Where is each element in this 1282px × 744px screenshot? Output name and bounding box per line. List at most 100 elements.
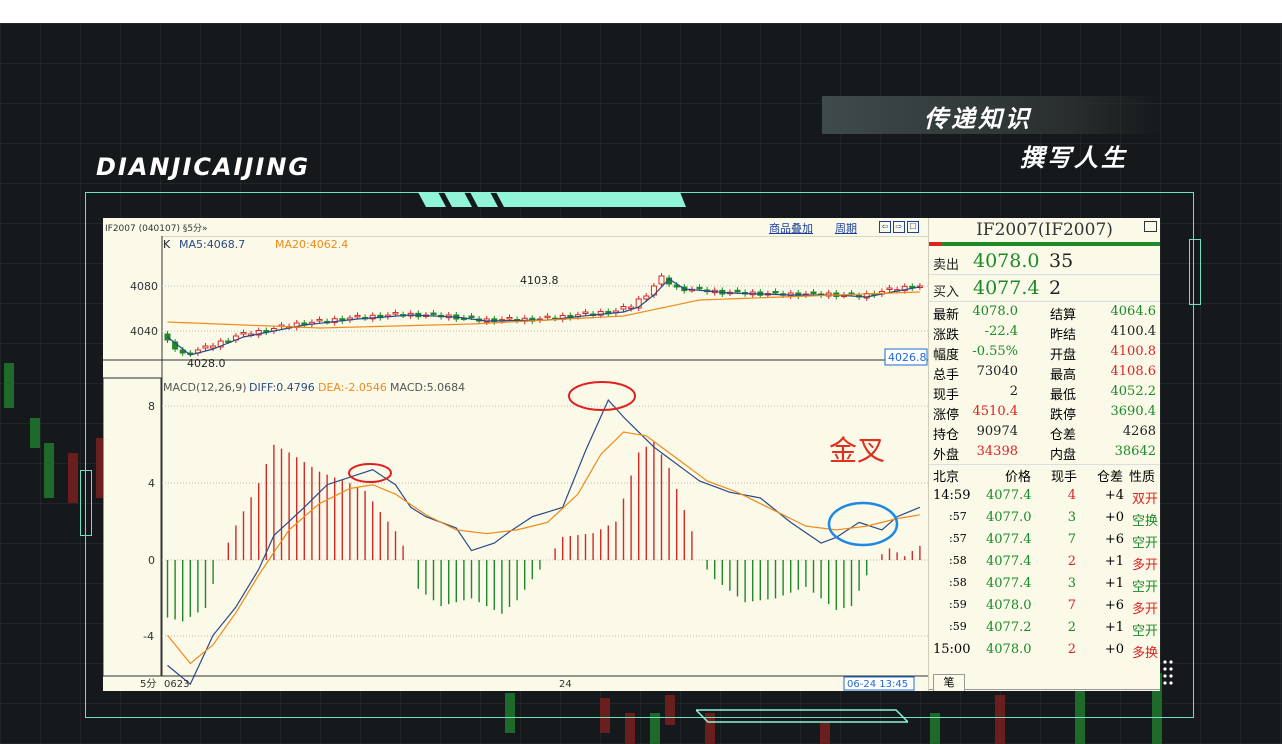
tab-trades[interactable]: 笔 bbox=[933, 674, 965, 691]
ma20-label: MA20:4062.4 bbox=[275, 238, 348, 251]
slogan-line-1: 传递知识 bbox=[924, 105, 1032, 133]
quote-panel: IF2007(IF2007) 卖出 4078.0 35 买入 4077.4 2 … bbox=[928, 218, 1160, 691]
trade-row: :59 4077.2 2 +1 空开 bbox=[929, 617, 1160, 639]
macd-ytick: 8 bbox=[148, 400, 155, 413]
candle-body bbox=[658, 275, 665, 285]
period-label: 5分 bbox=[140, 678, 156, 690]
stat-row: 现手 2 最低 4052.2 bbox=[929, 383, 1160, 403]
bid-label: 买入 bbox=[933, 285, 960, 300]
candle-body bbox=[544, 315, 551, 319]
trade-row: :57 4077.0 3 +0 空换 bbox=[929, 507, 1160, 529]
trade-price: 4077.4 bbox=[986, 488, 1032, 503]
nav-right-icon[interactable]: ⇨ bbox=[893, 221, 905, 233]
stat-value: -0.55% bbox=[972, 344, 1018, 359]
nav-window-icon[interactable]: ☐ bbox=[907, 221, 919, 233]
trade-nature: 多开 bbox=[1132, 558, 1159, 573]
bg-candle bbox=[30, 418, 40, 448]
overlay-link[interactable]: 商品叠加 bbox=[769, 220, 813, 236]
trade-row: 15:00 4078.0 2 +0 多换 bbox=[929, 639, 1160, 661]
ma5-line bbox=[167, 278, 921, 356]
candle-body bbox=[392, 312, 399, 315]
candle-body bbox=[316, 318, 323, 322]
dea-line bbox=[167, 431, 920, 665]
k-label: K bbox=[163, 238, 171, 251]
stat-value: 2 bbox=[1009, 384, 1018, 399]
ma20-line bbox=[167, 291, 920, 329]
low-price-label: 4028.0 bbox=[187, 357, 226, 370]
trade-nature: 多开 bbox=[1132, 602, 1159, 617]
golden-cross-annotation: 金叉 bbox=[829, 434, 885, 467]
candle-body bbox=[886, 287, 893, 290]
trade-position-diff: +6 bbox=[1104, 532, 1124, 547]
price-chart[interactable]: K MA5:4068.7 MA20:4062.4 4080 4040 4103.… bbox=[103, 236, 928, 691]
period-link[interactable]: 周期 bbox=[835, 220, 857, 236]
trade-position-diff: +1 bbox=[1104, 620, 1124, 635]
stat-value: 4108.6 bbox=[1110, 364, 1157, 379]
trade-volume: 3 bbox=[1067, 576, 1076, 591]
trade-price: 4077.4 bbox=[986, 554, 1032, 569]
cursor-time: 06-24 13:45 bbox=[847, 679, 908, 690]
macd-label: MACD(12,26,9) bbox=[163, 381, 247, 394]
candle-body bbox=[620, 306, 627, 310]
trade-position-diff: +4 bbox=[1104, 488, 1124, 503]
candle-body bbox=[202, 345, 209, 349]
candle-body bbox=[628, 306, 635, 309]
trade-volume: 3 bbox=[1067, 510, 1076, 525]
trading-terminal: IF2007 (040107) §5分» 商品叠加 周期 ⇦ ⇨ ☐ K MA5… bbox=[103, 218, 1160, 691]
top-signal-circle bbox=[348, 463, 392, 483]
bid-price: 4077.4 bbox=[973, 277, 1040, 299]
stat-value: 3690.4 bbox=[1110, 404, 1157, 419]
trades-head-price: 价格 bbox=[1005, 470, 1032, 485]
trade-position-diff: +0 bbox=[1104, 510, 1124, 525]
brand-logo-text: DIANJICAIJING bbox=[96, 153, 311, 181]
candle-body bbox=[506, 317, 513, 320]
bid-volume: 2 bbox=[1049, 277, 1062, 299]
chart-toolbar: IF2007 (040107) §5分» 商品叠加 周期 ⇦ ⇨ ☐ bbox=[103, 218, 928, 237]
trade-price: 4077.4 bbox=[986, 576, 1032, 591]
trade-nature: 多换 bbox=[1132, 646, 1159, 661]
chart-panel: IF2007 (040107) §5分» 商品叠加 周期 ⇦ ⇨ ☐ K MA5… bbox=[103, 218, 928, 691]
stat-label: 结算 bbox=[1050, 308, 1077, 323]
window-icon[interactable] bbox=[1144, 221, 1157, 232]
stat-row: 最新 4078.0 结算 4064.6 bbox=[929, 303, 1160, 323]
quote-stats: 最新 4078.0 结算 4064.6 涨跌 -22.4 昨结 4100.4 幅度 -0.55% 开… bbox=[929, 303, 1160, 463]
stat-label: 总手 bbox=[933, 368, 960, 383]
trade-time: :59 bbox=[949, 598, 967, 611]
trade-volume: 4 bbox=[1067, 488, 1076, 503]
xaxis-start: 0623 bbox=[164, 679, 189, 690]
candle-body bbox=[468, 315, 475, 318]
trade-nature: 空开 bbox=[1132, 580, 1159, 595]
trade-price: 4077.4 bbox=[986, 532, 1032, 547]
stat-row: 幅度 -0.55% 开盘 4100.8 bbox=[929, 343, 1160, 363]
frame-side-tab-right bbox=[1189, 239, 1201, 305]
stat-value: 38642 bbox=[1114, 444, 1156, 459]
macd-ytick: -4 bbox=[143, 630, 154, 643]
trade-row: :59 4078.0 7 +6 多开 bbox=[929, 595, 1160, 617]
nav-left-icon[interactable]: ⇦ bbox=[879, 221, 891, 233]
trade-time: :58 bbox=[949, 576, 967, 589]
trade-price: 4078.0 bbox=[986, 598, 1032, 613]
trade-time: :57 bbox=[949, 532, 967, 545]
stat-label: 最高 bbox=[1050, 368, 1077, 383]
trades-head-vol: 现手 bbox=[1051, 470, 1078, 485]
bg-candle bbox=[44, 443, 54, 498]
diff-label: DIFF:0.4796 bbox=[249, 381, 315, 394]
candle-body bbox=[734, 289, 741, 293]
stat-label: 持仓 bbox=[933, 428, 960, 443]
macd-value-label: MACD:5.0684 bbox=[390, 381, 465, 394]
trade-row: :57 4077.4 7 +6 空开 bbox=[929, 529, 1160, 551]
macd-histogram bbox=[166, 440, 921, 622]
kline-ytick: 4040 bbox=[130, 325, 158, 338]
trade-volume: 7 bbox=[1067, 598, 1076, 613]
stat-value: -22.4 bbox=[984, 324, 1018, 339]
trade-nature: 双开 bbox=[1132, 492, 1159, 507]
trades-header: 北京 价格 现手 仓差 性质 bbox=[929, 464, 1160, 485]
more-dots-icon[interactable] bbox=[1162, 659, 1174, 685]
trade-price: 4077.0 bbox=[986, 510, 1032, 525]
trades-head-diff: 仓差 bbox=[1097, 470, 1124, 485]
peak-signal-circle bbox=[568, 381, 636, 411]
stat-value: 34398 bbox=[976, 444, 1018, 459]
candle-body bbox=[240, 332, 247, 335]
trade-price: 4078.0 bbox=[986, 642, 1032, 657]
dea-label: DEA:-2.0546 bbox=[318, 381, 387, 394]
